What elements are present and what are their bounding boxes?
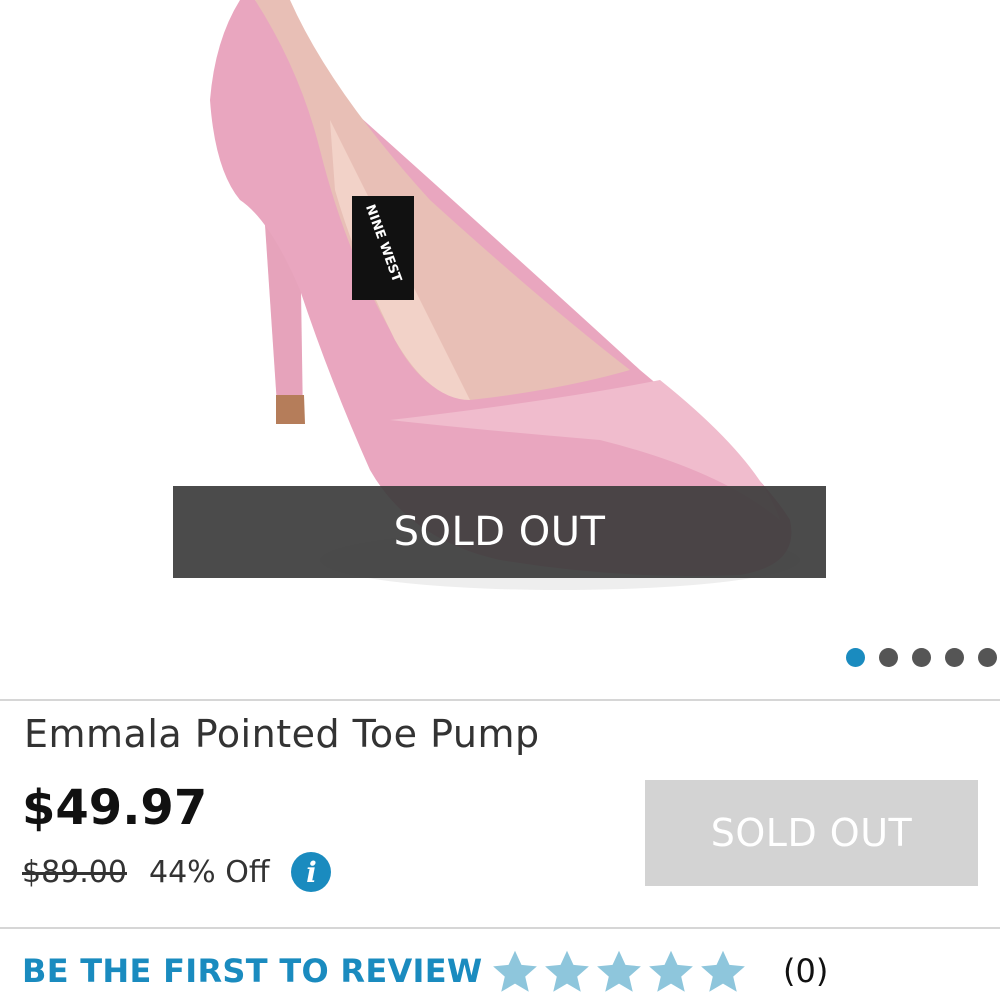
shoe-image [210, 0, 800, 590]
original-price: $89.00 [22, 854, 127, 890]
info-icon[interactable]: i [291, 852, 332, 892]
star-icon [493, 950, 537, 992]
review-count: (0) [783, 952, 829, 990]
star-icon [649, 950, 693, 992]
first-review-link[interactable]: BE THE FIRST TO REVIEW [22, 952, 483, 990]
price-details: $89.00 44% Off i [22, 852, 332, 892]
star-icon [545, 950, 589, 992]
product-title: Emmala Pointed Toe Pump [24, 712, 540, 756]
carousel-dots[interactable] [846, 648, 997, 667]
divider [0, 927, 1000, 929]
star-icon [597, 950, 641, 992]
sold-out-button[interactable]: SOLD OUT [645, 780, 978, 886]
carousel-dot[interactable] [912, 648, 931, 667]
carousel-dot-active[interactable] [846, 648, 865, 667]
divider [0, 699, 1000, 701]
brand-label: NINE WEST [352, 196, 414, 300]
carousel-dot[interactable] [945, 648, 964, 667]
carousel-dot[interactable] [978, 648, 997, 667]
star-icon [701, 950, 745, 992]
rating-stars[interactable] [490, 947, 748, 997]
sold-out-overlay: SOLD OUT [173, 486, 826, 578]
carousel-dot[interactable] [879, 648, 898, 667]
brand-label-text: NINE WEST [362, 202, 404, 285]
product-image[interactable]: NINE WEST SOLD OUT [0, 0, 1000, 700]
sale-price: $49.97 [22, 780, 208, 836]
discount-text: 44% Off [148, 854, 270, 890]
